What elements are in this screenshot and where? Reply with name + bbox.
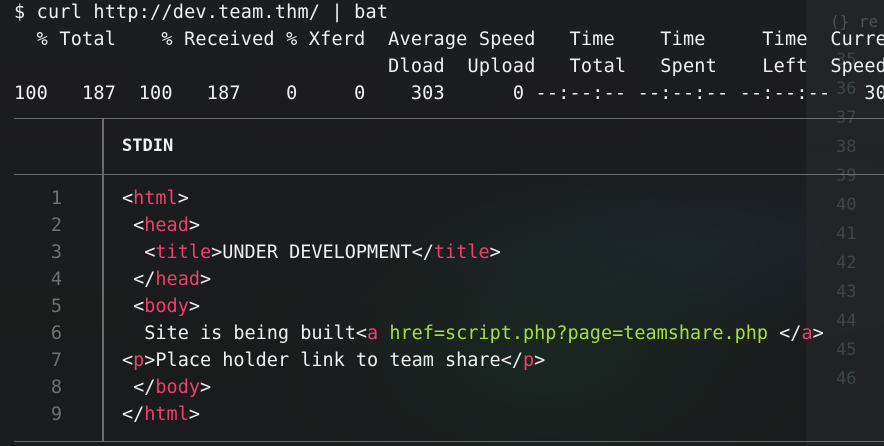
code-line: 4 </head> — [14, 269, 884, 296]
code-token: title — [155, 242, 212, 263]
code-token: body — [144, 296, 189, 317]
code-token: body — [155, 377, 200, 398]
code-token: UNDER DEVELOPMENT — [222, 242, 412, 263]
code-text: <p>Place holder link to team share</p> — [122, 350, 545, 371]
code-token: > — [199, 377, 212, 398]
bat-filename: STDIN — [122, 136, 174, 156]
code-token: </ — [133, 377, 156, 398]
code-token: > — [188, 296, 200, 317]
code-text: <html> — [122, 188, 189, 209]
command-prompt: $ curl http://dev.team.thm/ | bat — [14, 2, 389, 23]
code-token: < — [122, 188, 134, 209]
code-token: html — [144, 404, 189, 425]
code-text: </html> — [122, 404, 200, 425]
bat-output-panel: STDIN 1 <html> 2 <head> 3 <title>UNDER DEVE… — [14, 118, 884, 442]
code-token: p — [522, 350, 535, 371]
code-token: < — [133, 296, 145, 317]
code-line: 9 </html> — [14, 404, 884, 431]
line-number: 5 — [50, 296, 62, 317]
code-token: < — [144, 242, 156, 263]
line-number: 8 — [50, 377, 62, 398]
code-token: Place holder link to team share — [155, 350, 501, 371]
code-token: a — [367, 323, 379, 344]
code-line: 8 </body> — [14, 377, 884, 404]
code-token: > — [812, 323, 824, 344]
code-token: href=script.php?page=teamshare.php — [389, 323, 769, 344]
code-token: </ — [411, 242, 434, 263]
code-token: head — [155, 269, 200, 290]
code-token: Site is being built — [122, 323, 356, 344]
header-rule — [14, 174, 884, 175]
line-number: 7 — [50, 350, 62, 371]
line-number: 2 — [50, 215, 62, 236]
code-line: 3 <title>UNDER DEVELOPMENT</title> — [14, 242, 884, 269]
line-number: 3 — [50, 242, 62, 263]
code-token: < — [133, 215, 145, 236]
code-token: < — [355, 323, 368, 344]
code-token: </ — [779, 323, 802, 344]
code-text: Site is being built<a href=script.php?pa… — [122, 323, 824, 344]
code-listing: 1 <html> 2 <head> 3 <title>UNDER DEVELOPMEN… — [14, 188, 884, 431]
code-token: > — [188, 215, 200, 236]
code-token: head — [144, 215, 189, 236]
code-text: </head> — [122, 269, 211, 290]
line-number: 4 — [50, 269, 62, 290]
code-token: title — [433, 242, 490, 263]
code-token: </ — [500, 350, 523, 371]
line-number: 9 — [50, 404, 62, 425]
top-rule — [14, 118, 884, 119]
code-line: 6 Site is being built<a href=script.php?… — [14, 323, 884, 350]
terminal-window[interactable]: $ curl http://dev.team.thm/ | bat % Tota… — [0, 0, 884, 446]
bottom-rule — [14, 441, 884, 442]
line-number: 1 — [50, 188, 62, 209]
code-line: 5 <body> — [14, 296, 884, 323]
code-token: > — [199, 269, 212, 290]
curl-progress-header-1: % Total % Received % Xferd Average Speed… — [14, 29, 884, 50]
code-token: > — [188, 404, 200, 425]
code-token: > — [144, 350, 156, 371]
code-token: > — [177, 188, 189, 209]
code-token: </ — [122, 404, 145, 425]
curl-progress-header-2: Dload Upload Total Spent Left Speed — [14, 56, 884, 77]
code-text: <body> — [122, 296, 200, 317]
code-token: p — [133, 350, 145, 371]
code-line: 2 <head> — [14, 215, 884, 242]
line-number: 6 — [50, 323, 62, 344]
code-line: 1 <html> — [14, 188, 884, 215]
code-text: <head> — [122, 215, 200, 236]
curl-progress-values: 100 187 100 187 0 0 303 0 --:--:-- --:--… — [14, 83, 884, 104]
code-text: </body> — [122, 377, 211, 398]
code-token: > — [489, 242, 501, 263]
code-line: 7 <p>Place holder link to team share</p> — [14, 350, 884, 377]
code-token: > — [534, 350, 546, 371]
code-token: a — [801, 323, 813, 344]
code-token: </ — [133, 269, 156, 290]
code-text: <title>UNDER DEVELOPMENT</title> — [122, 242, 501, 263]
code-token: > — [211, 242, 223, 263]
code-token: html — [133, 188, 178, 209]
code-token: < — [122, 350, 134, 371]
